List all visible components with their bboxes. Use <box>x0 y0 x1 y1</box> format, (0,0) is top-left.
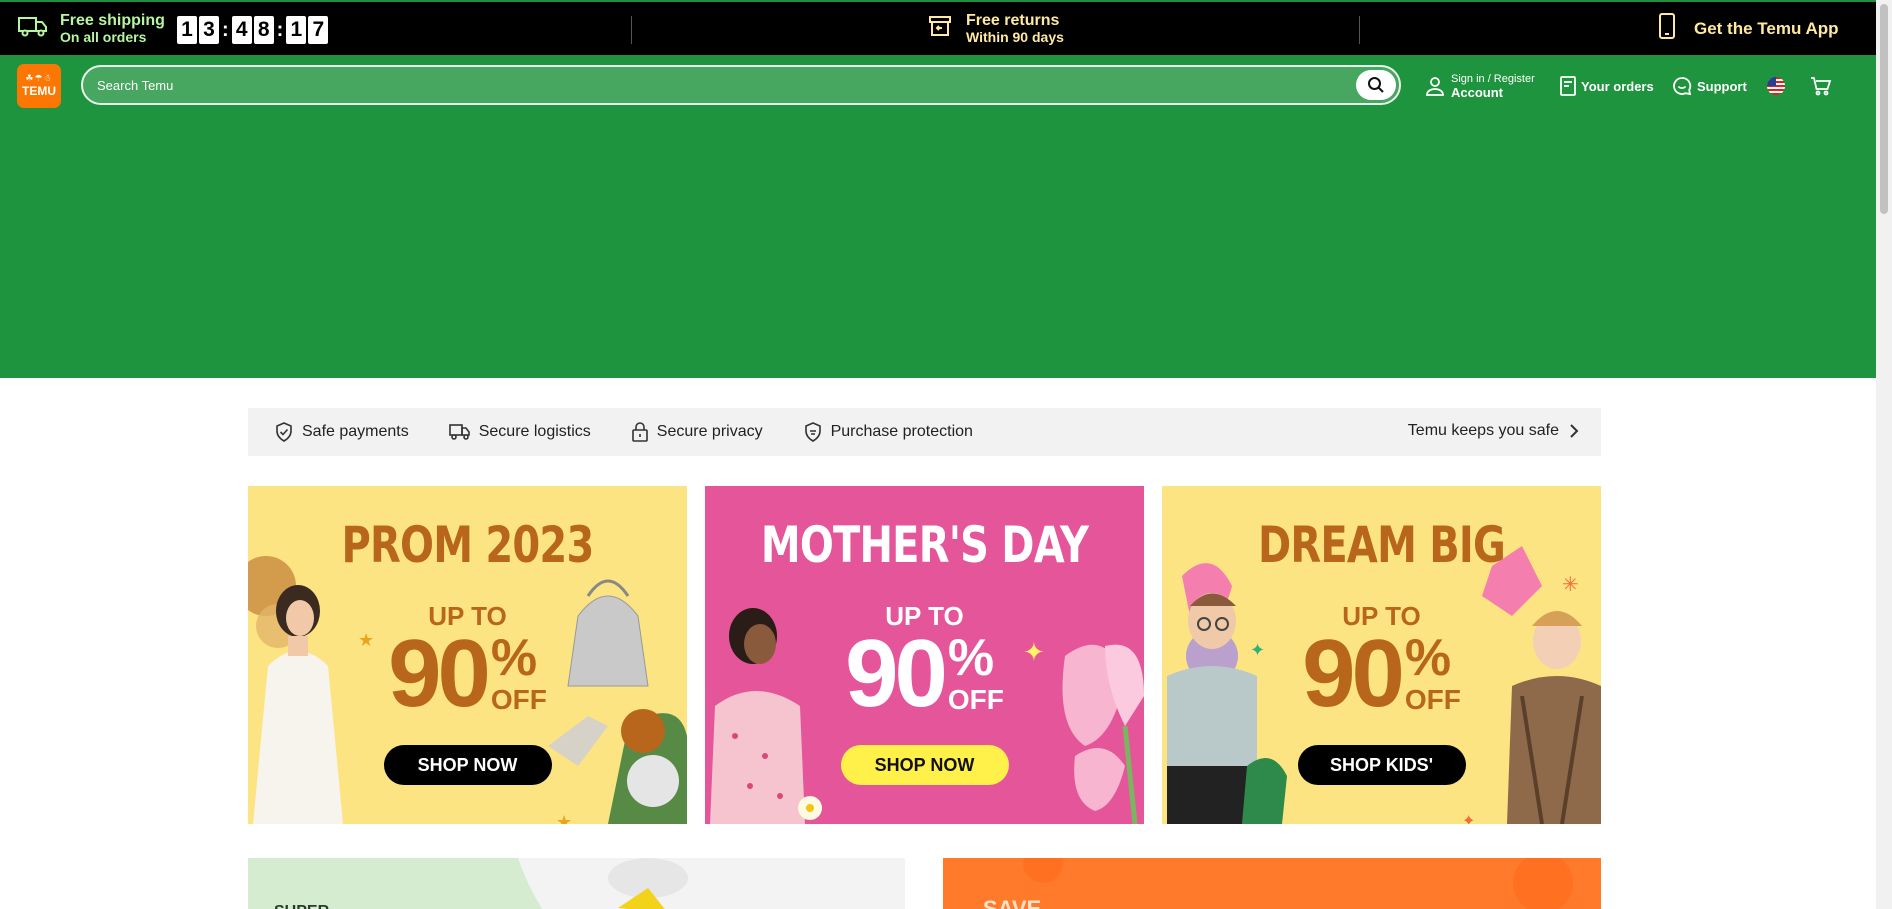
page: Free shipping On all orders 1 3 : 4 8 : … <box>0 0 1876 909</box>
discount-number: 90 <box>845 620 948 727</box>
scrollbar-thumb[interactable] <box>1880 4 1888 214</box>
site-header: ☘☂☃ TEMU Search Temu Sign in / Register … <box>0 55 1876 117</box>
svg-text:SUPER: SUPER <box>274 903 330 909</box>
secure-logistics-item: Secure logistics <box>448 423 591 441</box>
keeps-safe-label: Temu keeps you safe <box>1407 422 1559 439</box>
svg-text:✳: ✳ <box>1562 574 1579 596</box>
search-button[interactable] <box>1356 70 1396 100</box>
countdown-digit: 4 <box>231 16 252 44</box>
search-input[interactable]: Search Temu <box>97 78 173 93</box>
countdown-digit: 1 <box>286 16 307 44</box>
return-box-icon <box>928 14 952 43</box>
us-flag-icon <box>1767 77 1785 95</box>
topbar-divider <box>1359 16 1360 44</box>
account-menu[interactable]: Sign in / Register Account <box>1425 55 1535 117</box>
page-scrollbar[interactable] <box>1876 0 1892 909</box>
card-discount: 90% OFF <box>248 626 687 722</box>
safe-payments-label: Safe payments <box>302 423 409 440</box>
temu-keeps-you-safe-link[interactable]: Temu keeps you safe <box>1408 422 1579 440</box>
search-icon <box>1368 77 1384 93</box>
cart-icon <box>1811 77 1832 96</box>
hero-banner[interactable] <box>0 117 1876 378</box>
partial-promo-image: SAVE <box>983 858 1573 909</box>
percent-sign: % <box>947 629 995 687</box>
shop-now-button[interactable]: SHOP NOW <box>840 745 1009 785</box>
shield-protection-icon <box>803 422 823 442</box>
get-app-promo[interactable]: Get the Temu App <box>1658 2 1839 55</box>
shop-kids-button[interactable]: SHOP KIDS' <box>1297 745 1466 785</box>
lock-icon <box>631 422 649 442</box>
your-orders-link[interactable]: Your orders <box>1560 55 1654 117</box>
free-shipping-promo[interactable]: Free shipping On all orders <box>18 2 165 55</box>
logo-icons: ☘☂☃ <box>25 73 53 83</box>
support-link[interactable]: Support <box>1672 55 1747 117</box>
countdown-timer: 1 3 : 4 8 : 1 7 <box>177 16 330 44</box>
purchase-protection-item: Purchase protection <box>803 422 973 442</box>
promo-card-dream-big[interactable]: ✦ ✳ ✦ DREAM BIG UP TO 90% OFF SHOP KIDS' <box>1162 486 1601 824</box>
countdown-digit: 3 <box>199 16 219 44</box>
percent-sign: % <box>490 629 538 687</box>
promo-card-prom[interactable]: ★ ★ PROM 2023 UP TO 90% OFF SHOP NOW <box>248 486 687 824</box>
countdown-digit: 1 <box>177 16 197 44</box>
card-heading: DREAM BIG <box>1257 516 1506 574</box>
safe-payments-item: Safe payments <box>274 422 409 442</box>
secure-logistics-label: Secure logistics <box>478 423 591 440</box>
your-orders-label: Your orders <box>1581 78 1654 94</box>
secure-privacy-label: Secure privacy <box>656 423 763 440</box>
sign-in-register-link[interactable]: Sign in / Register <box>1451 73 1535 86</box>
search-bar[interactable]: Search Temu <box>81 65 1401 105</box>
promo-card-partial-right[interactable]: SAVE <box>943 858 1601 909</box>
off-label: OFF <box>490 684 547 715</box>
off-label: OFF <box>947 684 1004 715</box>
support-label: Support <box>1697 78 1747 94</box>
topbar-divider <box>631 16 632 44</box>
cart-button[interactable] <box>1810 55 1832 117</box>
svg-text:SAVE: SAVE <box>983 896 1041 909</box>
card-heading: MOTHER'S DAY <box>760 516 1089 574</box>
countdown-digit: 7 <box>308 16 329 44</box>
card-discount: 90% OFF <box>1162 626 1601 722</box>
countdown-digit: 8 <box>253 16 274 44</box>
user-icon <box>1426 77 1444 96</box>
countdown-colon: : <box>276 18 284 41</box>
secure-privacy-item: Secure privacy <box>631 422 763 442</box>
free-returns-promo[interactable]: Free returns Within 90 days <box>928 2 1064 55</box>
off-label: OFF <box>1404 684 1461 715</box>
free-returns-subtitle: Within 90 days <box>966 28 1064 45</box>
phone-icon <box>1658 13 1676 44</box>
region-selector[interactable] <box>1767 55 1785 117</box>
shield-check-icon <box>274 422 294 442</box>
countdown-colon: : <box>222 18 229 41</box>
svg-text:★: ★ <box>556 812 572 824</box>
temu-logo[interactable]: ☘☂☃ TEMU <box>17 64 61 108</box>
purchase-protection-label: Purchase protection <box>830 423 973 440</box>
free-returns-title: Free returns <box>966 11 1060 29</box>
partial-promo-image: SUPER <box>274 858 905 909</box>
support-chat-icon <box>1673 77 1692 96</box>
free-shipping-title: Free shipping <box>60 11 165 29</box>
trust-bar[interactable]: Safe payments Secure logistics Secure pr… <box>248 408 1601 456</box>
promo-card-mothers-day[interactable]: ✦ MOTHER'S DAY UP TO 90% OFF SHOP NOW <box>705 486 1144 824</box>
truck-icon <box>18 14 48 43</box>
percent-sign: % <box>1404 629 1452 687</box>
free-shipping-subtitle: On all orders <box>60 28 147 45</box>
account-label: Account <box>1451 84 1503 100</box>
discount-number: 90 <box>388 620 491 727</box>
logo-text: TEMU <box>22 84 56 98</box>
discount-number: 90 <box>1302 620 1405 727</box>
card-discount: 90% OFF <box>705 626 1144 722</box>
orders-icon <box>1560 76 1576 96</box>
chevron-right-icon <box>1570 424 1579 438</box>
shop-now-button[interactable]: SHOP NOW <box>383 745 552 785</box>
get-app-label: Get the Temu App <box>1694 18 1839 38</box>
promo-card-partial-left[interactable]: SUPER <box>248 858 905 909</box>
promo-topbar: Free shipping On all orders 1 3 : 4 8 : … <box>0 0 1876 55</box>
svg-text:✦: ✦ <box>1462 813 1475 824</box>
card-heading: PROM 2023 <box>341 516 595 574</box>
truck-icon <box>448 423 471 441</box>
